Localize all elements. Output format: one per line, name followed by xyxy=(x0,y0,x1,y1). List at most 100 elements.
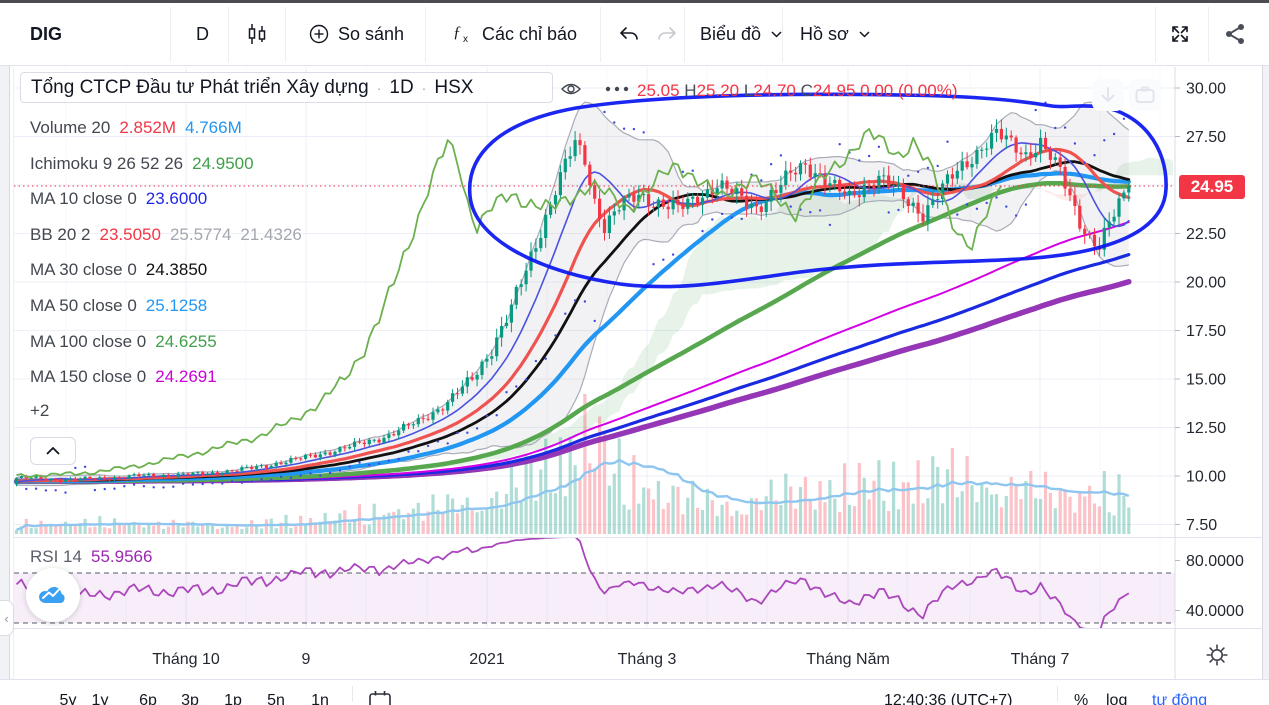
indicator-row-ma100[interactable]: MA 100 close 0 24.6255 xyxy=(30,330,217,354)
time-axis-label[interactable]: Tháng 7 xyxy=(1011,651,1070,668)
chevron-down-icon xyxy=(859,30,870,38)
symbol-button[interactable]: DIG xyxy=(30,3,62,65)
range-button-5y[interactable]: 5y xyxy=(60,692,77,705)
range-button-1y[interactable]: 1y xyxy=(92,692,109,705)
window-top-strip xyxy=(0,0,1269,3)
indicator-row-ma150[interactable]: MA 150 close 0 24.2691 xyxy=(30,365,217,389)
range-button-6p[interactable]: 6p xyxy=(139,692,157,705)
toolbar-separator xyxy=(228,7,229,62)
chart-style-button[interactable] xyxy=(246,3,268,65)
indicator-row-volume[interactable]: Volume 20 2.852M 4.766M xyxy=(30,116,242,140)
legend-more-button[interactable] xyxy=(600,80,634,98)
camera-icon xyxy=(1135,86,1155,103)
redo-button[interactable] xyxy=(656,3,678,65)
indicator-row-ma50[interactable]: MA 50 close 0 25.1258 xyxy=(30,294,207,318)
chevron-down-icon xyxy=(771,30,782,38)
price-axis-label[interactable]: 15.00 xyxy=(1186,372,1226,389)
clock-readout[interactable]: 12:40:36 (UTC+7) xyxy=(884,692,1013,705)
toolbar-separator xyxy=(1208,7,1209,62)
range-button-5n[interactable]: 5n xyxy=(267,692,285,705)
cloud-chart-logo-icon xyxy=(39,586,65,603)
indicator-row-ma30[interactable]: MA 30 close 0 24.3850 xyxy=(30,258,207,282)
legend-title: Tổng CTCP Đầu tư Phát triển Xây dựng xyxy=(31,76,369,98)
volume-bars-up xyxy=(14,436,1131,534)
toolbar-separator xyxy=(600,7,601,62)
calendar-icon xyxy=(369,691,391,705)
time-axis-label[interactable]: Tháng 3 xyxy=(618,651,677,668)
eye-icon xyxy=(561,83,581,95)
price-axis-label[interactable]: 7.50 xyxy=(1186,517,1217,534)
toolbar-separator xyxy=(684,7,685,62)
range-button-1n[interactable]: 1n xyxy=(311,692,329,705)
fullscreen-icon xyxy=(1172,26,1188,42)
platform-watermark-logo xyxy=(26,568,80,622)
bottombar-separator xyxy=(352,686,353,702)
interval-button[interactable]: D xyxy=(196,3,209,65)
legend-exchange: HSX xyxy=(434,76,474,98)
candlestick-icon xyxy=(248,24,266,44)
fx-icon: ƒx xyxy=(453,24,468,45)
price-axis-label[interactable]: 27.50 xyxy=(1186,129,1226,146)
fullscreen-button[interactable] xyxy=(1168,3,1192,65)
three-dots-icon xyxy=(605,86,629,92)
profile-menu-button[interactable]: Hồ sơ xyxy=(800,3,870,65)
toolbar-separator xyxy=(170,7,171,62)
rsi-band xyxy=(14,573,1175,623)
price-axis-label[interactable]: 22.50 xyxy=(1186,226,1226,243)
undo-icon xyxy=(620,27,638,40)
arrow-down-icon xyxy=(1101,87,1115,103)
redo-icon xyxy=(658,27,676,40)
toolbar-separator xyxy=(782,7,783,62)
auto-scale-button[interactable]: tự động xyxy=(1152,692,1207,705)
gear-icon xyxy=(1206,644,1228,666)
screenshot-button[interactable] xyxy=(1129,79,1161,111)
svg-text:x: x xyxy=(463,34,468,45)
compare-button[interactable]: So sánh xyxy=(308,3,404,65)
svg-text:ƒ: ƒ xyxy=(453,24,461,41)
last-price-label: 24.95 xyxy=(1179,175,1245,199)
indicator-row-more[interactable]: +2 xyxy=(30,399,49,423)
indicator-row-ma10[interactable]: MA 10 close 0 23.6000 xyxy=(30,187,207,211)
share-button[interactable] xyxy=(1224,3,1248,65)
bottombar-separator xyxy=(1057,686,1058,702)
plus-circle-icon xyxy=(309,24,329,44)
share-icon xyxy=(1226,24,1244,44)
undo-button[interactable] xyxy=(618,3,640,65)
chevron-up-icon xyxy=(46,447,60,455)
collapse-indicators-button[interactable] xyxy=(30,437,76,465)
toolbar-separator xyxy=(285,7,286,62)
chart-menu-button[interactable]: Biểu đồ xyxy=(700,3,782,65)
log-scale-button[interactable]: log xyxy=(1106,692,1127,705)
bottom-toolbar: 5y 1y 6p 3p 1p 5n 1n 12:40:36 (UTC+7) % … xyxy=(0,679,1269,705)
range-button-3p[interactable]: 3p xyxy=(181,692,199,705)
scroll-to-latest-button[interactable] xyxy=(1092,79,1124,111)
indicator-row-ichimoku[interactable]: Ichimoku 9 26 52 26 24.9500 xyxy=(30,152,254,176)
toolbar-separator xyxy=(425,7,426,62)
right-scroll-strip xyxy=(1262,66,1269,705)
percent-scale-button[interactable]: % xyxy=(1074,692,1088,705)
axis-settings-button[interactable] xyxy=(1200,638,1234,672)
rsi-axis-label[interactable]: 40.0000 xyxy=(1186,603,1244,620)
legend-interval: 1D xyxy=(389,76,414,98)
symbol-legend[interactable]: Tổng CTCP Đầu tư Phát triển Xây dựng · 1… xyxy=(20,72,553,103)
price-axis-label[interactable]: 12.50 xyxy=(1186,420,1226,437)
price-axis-label[interactable]: 20.00 xyxy=(1186,275,1226,292)
price-axis-label[interactable]: 10.00 xyxy=(1186,469,1226,486)
indicator-row-bb[interactable]: BB 20 2 23.5050 25.5774 21.4326 xyxy=(30,223,302,247)
eye-toggle-button[interactable] xyxy=(558,77,584,101)
price-axis-label[interactable]: 17.50 xyxy=(1186,323,1226,340)
ohlc-readout: 25.05 H25.20 L24.70 C24.95 0.00 (0.00%) xyxy=(637,81,958,100)
time-axis-label[interactable]: Tháng 10 xyxy=(152,651,220,668)
time-axis-label[interactable]: 2021 xyxy=(469,651,505,668)
toolbar-separator xyxy=(1155,7,1156,62)
range-button-1p[interactable]: 1p xyxy=(224,692,242,705)
collapse-left-toolbar-button[interactable]: ‹ xyxy=(0,600,14,636)
price-axis-label[interactable]: 30.00 xyxy=(1186,81,1226,98)
rsi-axis-label[interactable]: 80.0000 xyxy=(1186,553,1244,570)
indicators-button[interactable]: ƒx Các chỉ báo xyxy=(450,3,577,65)
go-to-date-button[interactable] xyxy=(368,690,392,705)
indicator-row-rsi[interactable]: RSI 14 55.9566 xyxy=(30,547,152,567)
top-toolbar: DIG D So sánh ƒx Các chỉ báo Biểu đồ Hồ … xyxy=(0,3,1269,66)
time-axis-label[interactable]: Tháng Năm xyxy=(806,651,890,668)
time-axis-label[interactable]: 9 xyxy=(302,651,311,668)
